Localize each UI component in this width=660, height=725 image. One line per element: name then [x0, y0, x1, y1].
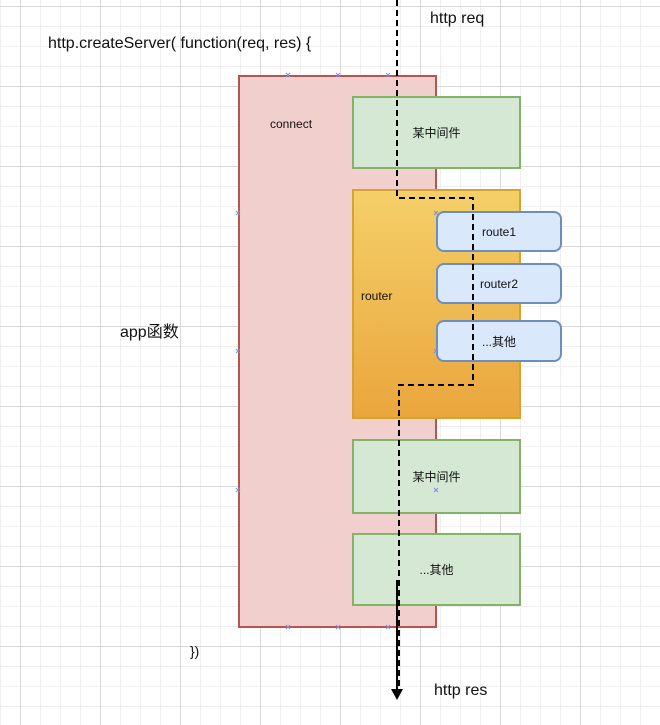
response-arrowhead [391, 689, 403, 700]
connection-point [235, 348, 241, 354]
connection-point [335, 72, 341, 78]
connection-point [385, 624, 391, 630]
connection-point [335, 624, 341, 630]
request-flow-overlay [235, 0, 474, 700]
connection-point [285, 72, 291, 78]
connection-point [385, 72, 391, 78]
connection-point [433, 210, 439, 216]
connection-point [433, 487, 439, 493]
connection-point [235, 487, 241, 493]
connection-point [433, 348, 439, 354]
connection-point [285, 624, 291, 630]
connection-point [235, 210, 241, 216]
request-flow-path [396, 0, 474, 688]
connection-markers [235, 72, 439, 630]
